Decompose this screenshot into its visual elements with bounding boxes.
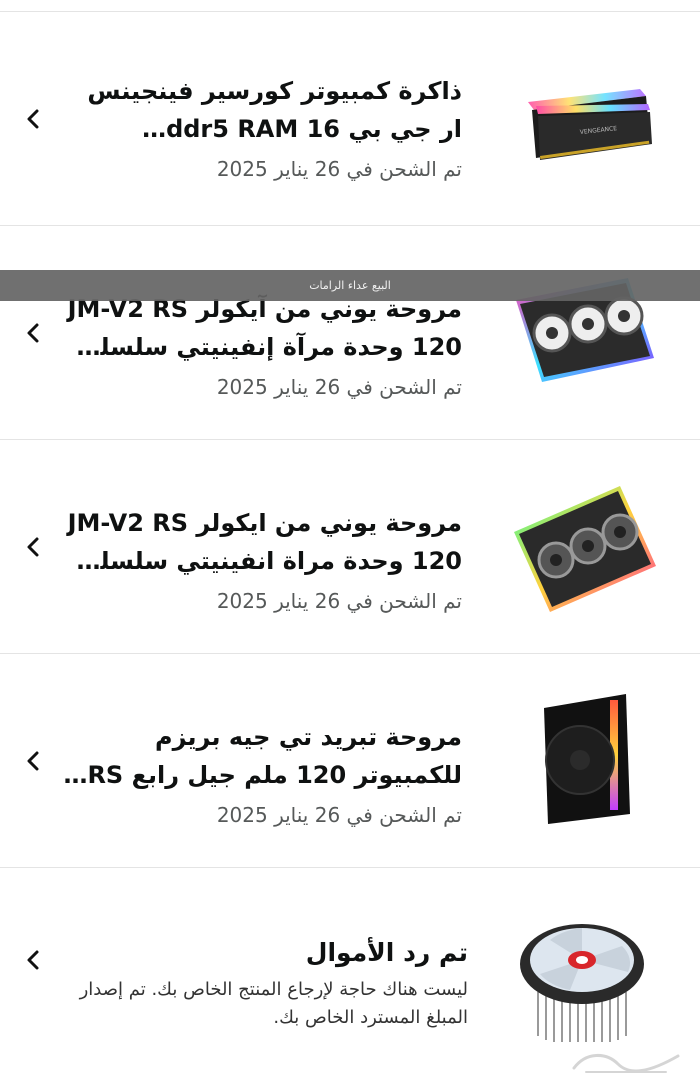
shipping-status: تم الشحن في 26 يناير 2025 [216,157,462,181]
ram-sticks-image[interactable]: VENGEANCE [510,44,660,194]
refund-title[interactable]: تم رد الأموال [62,934,468,972]
chevron-left-icon[interactable] [22,321,46,345]
shipping-status: تم الشحن في 26 يناير 2025 [216,375,462,399]
order-item-text: مروحة يوني من ايكولر JM-V2 RS 120 وحدة م… [62,504,462,616]
order-item[interactable]: مروحة تبريد تي جيه بريزم للكمبيوتر 120 م… [0,654,700,868]
order-item[interactable]: مروحة يوني من ايكولر JM-V2 RS 120 وحدة م… [0,440,700,654]
shipping-status: تم الشحن في 26 يناير 2025 [216,589,462,613]
top-divider [0,0,700,12]
watermark-logo [566,1042,686,1078]
order-item[interactable]: مروحة يوني من آيكولر JM-V2 RS 120 وحدة م… [0,226,700,440]
order-item-text: تم رد الأموال ليست هناك حاجة لإرجاع المن… [62,934,468,1032]
refund-status: ليست هناك حاجة لإرجاع المنتج الخاص بك. ت… [79,979,468,1028]
order-item-text: مروحة تبريد تي جيه بريزم للكمبيوتر 120 م… [62,718,462,830]
chevron-left-icon[interactable] [22,948,46,972]
product-title[interactable]: ذاكرة كمبيوتر كورسير فينجينس ار جي بي dd… [62,72,462,148]
single-fan-image[interactable] [510,686,660,836]
order-item-text: ذاكرة كمبيوتر كورسير فينجينس ار جي بي dd… [62,72,462,184]
triple-fan-image[interactable] [510,472,660,622]
product-title[interactable]: مروحة يوني من آيكولر JM-V2 RS 120 وحدة م… [62,290,462,366]
shipping-status: تم الشحن في 26 يناير 2025 [216,803,462,827]
chevron-left-icon[interactable] [22,535,46,559]
overlay-banner: البيع عداء الرامات [0,270,700,301]
order-item-text: مروحة يوني من آيكولر JM-V2 RS 120 وحدة م… [62,290,462,402]
cpu-cooler-image[interactable] [510,896,660,1046]
product-title[interactable]: مروحة يوني من ايكولر JM-V2 RS 120 وحدة م… [62,504,462,580]
order-list: ذاكرة كمبيوتر كورسير فينجينس ار جي بي dd… [0,12,700,1088]
chevron-left-icon[interactable] [22,107,46,131]
chevron-left-icon[interactable] [22,749,46,773]
order-item[interactable]: ذاكرة كمبيوتر كورسير فينجينس ار جي بي dd… [0,12,700,226]
product-title[interactable]: مروحة تبريد تي جيه بريزم للكمبيوتر 120 م… [62,718,462,794]
